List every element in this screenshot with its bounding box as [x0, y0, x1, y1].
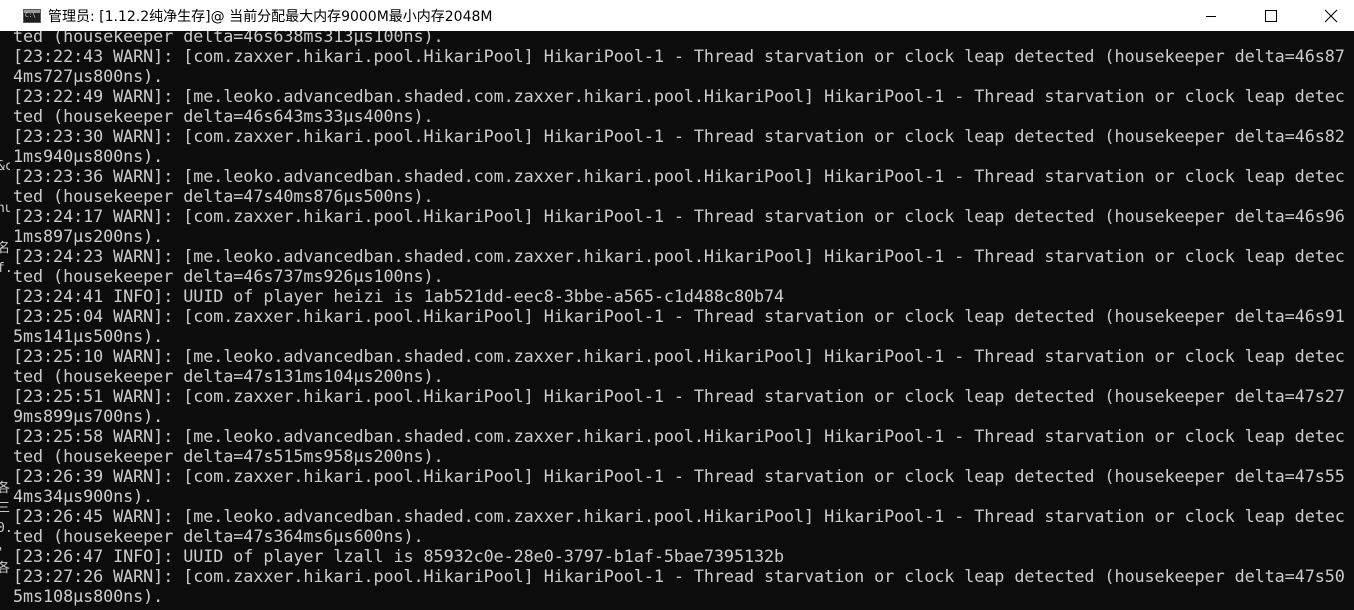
console-line: ted (housekeeper delta=46s737ms926µs100n… — [13, 266, 444, 286]
strip-fragment: 名 — [0, 241, 10, 256]
maximize-icon — [1265, 9, 1277, 22]
console-line: 9ms899µs700ns). — [13, 406, 164, 426]
console-line: ted (housekeeper delta=47s40ms876µs500ns… — [13, 186, 434, 206]
background-window-strip: &c nu 名 f. 各 三 0. ， 各 — [0, 31, 10, 610]
strip-fragment: f. — [0, 261, 10, 276]
console-output[interactable]: &c nu 名 f. 各 三 0. ， 各 ted (housekeeper d… — [0, 31, 1354, 610]
console-line: [23:25:51 WARN]: [com.zaxxer.hikari.pool… — [13, 386, 1345, 406]
console-line: ted (housekeeper delta=46s638ms313µs100n… — [13, 31, 444, 46]
strip-fragment: nu — [0, 201, 10, 216]
strip-fragment: ， — [0, 537, 10, 557]
console-icon[interactable] — [23, 8, 41, 23]
console-line: [23:26:47 INFO]: UUID of player lzall is… — [13, 546, 785, 566]
strip-fragment: 三 — [0, 501, 10, 516]
minimize-button[interactable] — [1188, 0, 1234, 31]
console-line: [23:24:41 INFO]: UUID of player heizi is… — [13, 286, 785, 306]
console-line: [23:25:10 WARN]: [me.leoko.advancedban.s… — [13, 346, 1345, 366]
console-line: 1ms940µs800ns). — [13, 146, 164, 166]
console-line: 5ms141µs500ns). — [13, 326, 164, 346]
console-line: ted (housekeeper delta=46s643ms33µs400ns… — [13, 106, 434, 126]
strip-fragment: &c — [0, 159, 10, 174]
console-line: [23:26:45 WARN]: [me.leoko.advancedban.s… — [13, 506, 1345, 526]
console-line: ted (housekeeper delta=47s131ms104µs200n… — [13, 366, 444, 386]
console-line: ted (housekeeper delta=47s364ms6µs600ns)… — [13, 526, 424, 546]
maximize-button[interactable] — [1248, 0, 1294, 31]
console-line: [23:23:36 WARN]: [me.leoko.advancedban.s… — [13, 166, 1345, 186]
console-line: [23:22:49 WARN]: [me.leoko.advancedban.s… — [13, 86, 1345, 106]
console-line: [23:26:39 WARN]: [com.zaxxer.hikari.pool… — [13, 466, 1345, 486]
console-window: 管理员: [1.12.2纯净生存]@ 当前分配最大内存9000M最小内存2048… — [0, 0, 1354, 610]
console-lines: ted (housekeeper delta=46s638ms313µs100n… — [13, 31, 1354, 606]
minimize-icon — [1206, 15, 1216, 17]
console-line: [23:24:23 WARN]: [me.leoko.advancedban.s… — [13, 246, 1345, 266]
window-controls — [1188, 0, 1354, 31]
console-line: 4ms34µs900ns). — [13, 486, 154, 506]
strip-fragment: 各 — [0, 481, 10, 496]
title-bar[interactable]: 管理员: [1.12.2纯净生存]@ 当前分配最大内存9000M最小内存2048… — [0, 0, 1354, 31]
console-line: 5ms108µs800ns). — [13, 586, 164, 606]
console-line: [23:27:26 WARN]: [com.zaxxer.hikari.pool… — [13, 566, 1345, 586]
console-line: 4ms727µs800ns). — [13, 66, 164, 86]
window-title: 管理员: [1.12.2纯净生存]@ 当前分配最大内存9000M最小内存2048… — [48, 8, 493, 25]
strip-fragment: 0. — [0, 521, 10, 536]
console-line: [23:24:17 WARN]: [com.zaxxer.hikari.pool… — [13, 206, 1345, 226]
close-button[interactable] — [1308, 0, 1354, 31]
console-line: [23:25:04 WARN]: [com.zaxxer.hikari.pool… — [13, 306, 1345, 326]
console-line: [23:23:30 WARN]: [com.zaxxer.hikari.pool… — [13, 126, 1345, 146]
console-line: [23:25:58 WARN]: [me.leoko.advancedban.s… — [13, 426, 1345, 446]
close-icon — [1324, 9, 1338, 22]
console-line: 1ms897µs200ns). — [13, 226, 164, 246]
console-line: ted (housekeeper delta=47s515ms958µs200n… — [13, 446, 444, 466]
console-line: [23:22:43 WARN]: [com.zaxxer.hikari.pool… — [13, 46, 1345, 66]
strip-fragment: 各 — [0, 561, 10, 576]
